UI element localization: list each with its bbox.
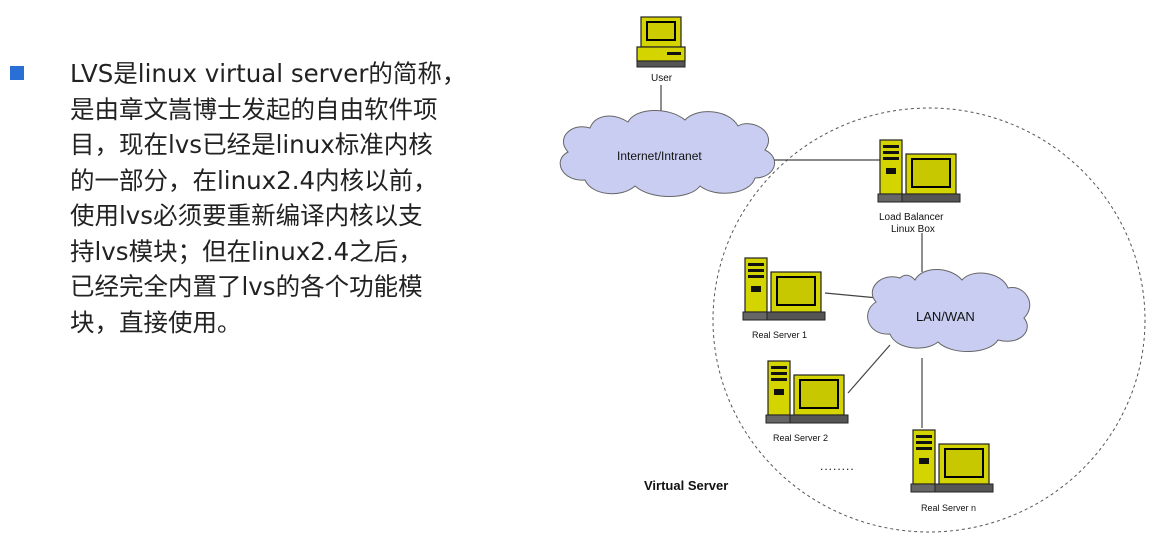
user-computer-icon (636, 16, 686, 68)
load-balancer-label: Load Balancer (879, 212, 944, 223)
link-rs2-lan (847, 344, 891, 394)
link-rs1-lan (824, 292, 879, 299)
linux-box-label: Linux Box (891, 224, 935, 235)
real-server-2-label: Real Server 2 (773, 433, 828, 443)
virtual-server-label: Virtual Server (644, 478, 728, 493)
real-server-n-icon (910, 429, 994, 493)
lvs-network-diagram: User Internet/Intranet Load Balancer Lin… (559, 16, 1146, 533)
load-balancer-server-icon (877, 139, 961, 203)
internet-label: Internet/Intranet (617, 149, 702, 163)
real-server-n-label: Real Server n (921, 503, 976, 513)
user-label: User (651, 73, 673, 84)
server-ellipsis: ........ (820, 459, 855, 473)
real-server-1-label: Real Server 1 (752, 330, 807, 340)
real-server-1-icon (742, 257, 826, 321)
lan-wan-label: LAN/WAN (916, 309, 975, 324)
real-server-2-icon (765, 360, 849, 424)
